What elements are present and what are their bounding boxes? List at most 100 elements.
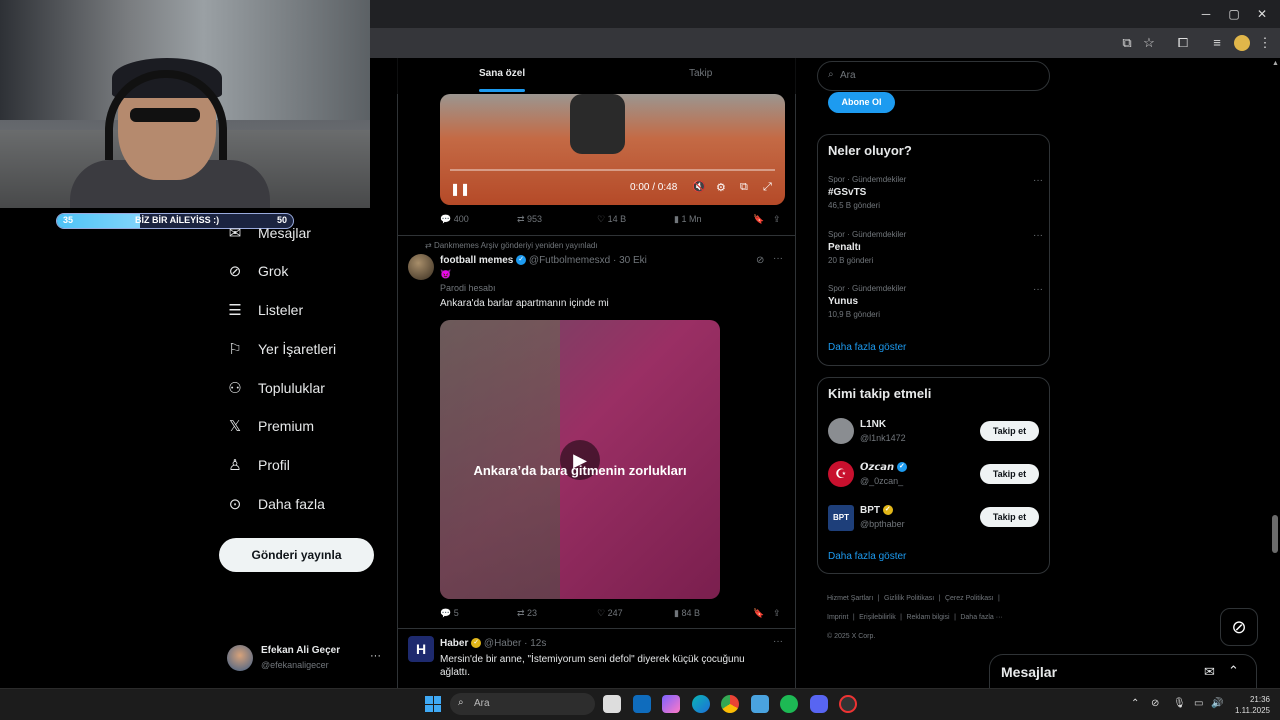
spotify-icon[interactable] xyxy=(780,695,798,713)
user-avatar[interactable] xyxy=(227,645,253,671)
nav-lists[interactable]: ☰ Listeler xyxy=(226,295,303,325)
scrollbar-thumb[interactable] xyxy=(1272,515,1278,553)
nav-grok[interactable]: ⊘ Grok xyxy=(226,256,289,286)
settings-app-icon[interactable] xyxy=(751,695,769,713)
show-more-suggestions[interactable]: Daha fazla göster xyxy=(828,551,906,562)
reply-button[interactable]: 💬 5 xyxy=(440,608,459,619)
suggestion-avatar[interactable] xyxy=(828,418,854,444)
suggestion-handle[interactable]: @_0zcan_ xyxy=(860,476,903,486)
edge-icon[interactable] xyxy=(692,695,710,713)
post1-video[interactable]: ❚❚ 0:00 / 0:48 🔇 ⚙ ⧉ ⤢ xyxy=(440,94,785,205)
suggestion-avatar[interactable]: ☪ xyxy=(828,461,854,487)
share-icon[interactable]: ⇪ xyxy=(773,214,781,225)
mute-icon[interactable]: 🔇 xyxy=(692,180,706,193)
scroll-up-icon[interactable]: ▲ xyxy=(1272,60,1279,67)
footer-link[interactable]: Çerez Politikası xyxy=(945,595,994,602)
obs-icon[interactable] xyxy=(839,695,857,713)
repost-button[interactable]: ⇄ 953 xyxy=(517,214,542,225)
clock[interactable]: 21:36 1.11.2025 xyxy=(1226,694,1270,716)
trend-item[interactable]: Spor · Gündemdekiler Penaltı 20 B gönder… xyxy=(828,230,1043,265)
fullscreen-icon[interactable]: ⤢ xyxy=(763,181,772,194)
suggestion-avatar[interactable]: BPT xyxy=(828,505,854,531)
new-message-icon[interactable]: ✉ xyxy=(1204,664,1215,680)
show-more-trends[interactable]: Daha fazla göster xyxy=(828,342,906,353)
reply-button[interactable]: 💬 400 xyxy=(440,214,469,225)
install-app-icon[interactable]: ⧉ xyxy=(1118,34,1136,52)
post-button[interactable]: Gönderi yayınla xyxy=(219,538,374,572)
task-view-icon[interactable] xyxy=(603,695,621,713)
nav-messages[interactable]: ✉ Mesajlar xyxy=(226,218,311,248)
follow-button[interactable]: Takip et xyxy=(980,464,1039,484)
suggestion-handle[interactable]: @bpthaber xyxy=(860,519,905,529)
follow-button[interactable]: Takip et xyxy=(980,507,1039,527)
taskbar-search[interactable]: ⌕ Ara xyxy=(450,693,595,715)
post2-video[interactable]: ▶ Ankara’da bara gitmenin zorlukları xyxy=(440,320,720,599)
discord-icon[interactable] xyxy=(810,695,828,713)
repost-button[interactable]: ⇄ 23 xyxy=(517,608,537,619)
like-button[interactable]: ♡ 14 B xyxy=(597,214,626,225)
suggestion-name[interactable]: BPT xyxy=(860,505,880,516)
trend-item[interactable]: Spor · Gündemdekiler #GSvTS 46,5 B gönde… xyxy=(828,175,1043,210)
footer-link[interactable]: Imprint xyxy=(827,614,848,621)
nav-premium[interactable]: 𝕏 Premium xyxy=(226,411,314,441)
nav-communities[interactable]: ⚇ Topluluklar xyxy=(226,373,325,403)
views-button[interactable]: ▮ 84 B xyxy=(674,608,700,619)
more-icon[interactable]: ··· xyxy=(773,636,783,647)
search-input[interactable]: Ara xyxy=(840,70,856,81)
like-button[interactable]: ♡ 247 xyxy=(597,608,623,619)
maximize-button[interactable]: ▢ xyxy=(1224,5,1244,23)
footer-link[interactable]: Reklam bilgisi xyxy=(906,614,949,621)
author-handle[interactable]: @Haber xyxy=(484,638,521,649)
avatar[interactable] xyxy=(408,254,434,280)
more-icon[interactable]: ··· xyxy=(1033,175,1043,186)
outlook-icon[interactable] xyxy=(633,695,651,713)
tab-for-you[interactable]: Sana özel xyxy=(479,68,525,79)
close-button[interactable]: ✕ xyxy=(1252,5,1272,23)
minimize-button[interactable]: ─ xyxy=(1196,5,1216,23)
microphone-icon[interactable]: 🎙 xyxy=(1173,698,1186,709)
chrome-icon[interactable] xyxy=(721,695,739,713)
footer-link[interactable]: Hizmet Şartları xyxy=(827,595,873,602)
bookmark-icon[interactable]: 🔖 xyxy=(753,608,764,619)
profile-avatar[interactable] xyxy=(1234,35,1250,51)
more-icon[interactable]: ··· xyxy=(1033,284,1043,295)
suggestion-name[interactable]: L1NK xyxy=(860,419,886,430)
author-name[interactable]: football memes xyxy=(440,255,513,266)
post-time[interactable]: · 12s xyxy=(524,638,546,649)
nav-more[interactable]: ⊙ Daha fazla xyxy=(226,489,325,519)
user-handle[interactable]: @efekanaligecer xyxy=(261,660,329,670)
post-time[interactable]: · 30 Eki xyxy=(613,255,647,266)
footer-link[interactable]: Erişilebilirlik xyxy=(859,614,896,621)
footer-link[interactable]: Daha fazla ··· xyxy=(960,614,1002,621)
tab-following[interactable]: Takip xyxy=(689,68,712,79)
notifications-off-icon[interactable]: ⊘ xyxy=(1151,698,1159,709)
trend-item[interactable]: Spor · Gündemdekiler Yunus 10,9 B gönder… xyxy=(828,284,1043,319)
more-icon[interactable]: ··· xyxy=(773,253,783,264)
share-icon[interactable]: ⇪ xyxy=(773,608,781,619)
author-name[interactable]: Haber xyxy=(440,638,468,649)
messages-drawer[interactable]: Mesajlar ✉ ⌃ xyxy=(989,654,1257,690)
grok-icon[interactable]: ⊘ xyxy=(756,255,764,266)
nav-bookmarks[interactable]: ⚐ Yer İşaretleri xyxy=(226,334,336,364)
extensions-icon[interactable]: ⧠ xyxy=(1174,34,1192,52)
views-button[interactable]: ▮ 1 Mn xyxy=(674,214,701,225)
video-progress-track[interactable] xyxy=(450,169,775,171)
grok-floating-icon[interactable]: ⊘ xyxy=(1220,608,1258,646)
suggestion-name[interactable]: 𝙊𝙯𝙘𝙖𝙣 xyxy=(860,462,894,473)
page-scrollbar[interactable] xyxy=(1270,58,1280,688)
user-name[interactable]: Efekan Ali Geçer xyxy=(261,645,340,656)
volume-icon[interactable]: 🔊 xyxy=(1211,698,1223,709)
taskbar-search-input[interactable]: Ara xyxy=(474,698,490,709)
search-box[interactable]: ⌕ Ara xyxy=(817,61,1050,91)
browser-menu-icon[interactable]: ⋮ xyxy=(1256,34,1274,52)
subscribe-button[interactable]: Abone Ol xyxy=(828,92,895,113)
network-icon[interactable]: ▭ xyxy=(1194,698,1203,709)
bookmark-icon[interactable]: 🔖 xyxy=(753,214,764,225)
avatar[interactable]: H xyxy=(408,636,434,662)
follow-button[interactable]: Takip et xyxy=(980,421,1039,441)
suggestion-handle[interactable]: @l1nk1472 xyxy=(860,433,906,443)
account-menu-icon[interactable]: ··· xyxy=(370,650,381,662)
more-icon[interactable]: ··· xyxy=(1033,230,1043,241)
copilot-icon[interactable] xyxy=(662,695,680,713)
expand-icon[interactable]: ⌃ xyxy=(1228,663,1239,679)
